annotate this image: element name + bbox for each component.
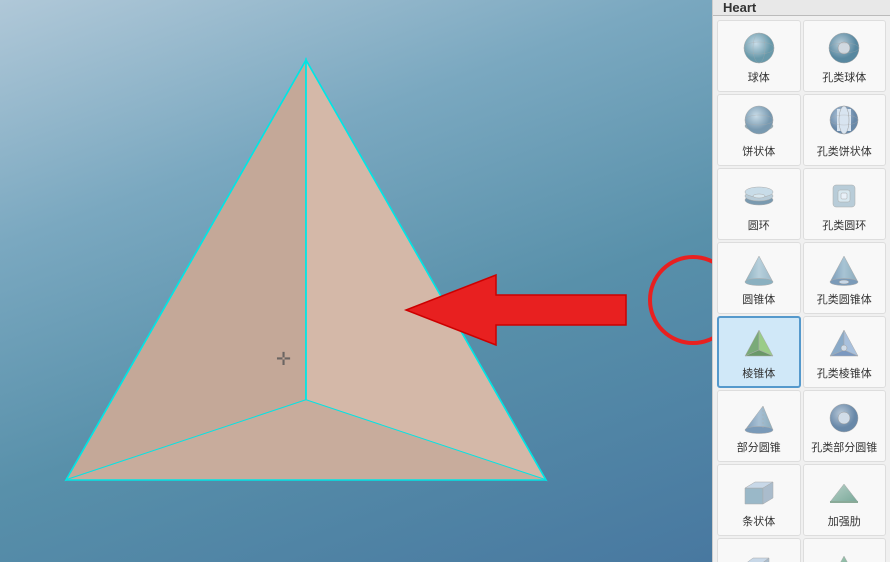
bar-icon — [739, 472, 779, 512]
right-panel: Heart 球体 — [712, 0, 890, 562]
hole-partial-cone-icon — [824, 398, 864, 438]
hole-sphere-label: 孔类球体 — [822, 71, 866, 85]
3d-viewport[interactable]: ✛ — [0, 0, 712, 562]
shape-item-hole-pyramid[interactable]: 孔类棱锥体 — [803, 316, 887, 388]
shape-item-rib2[interactable]: 加强肋 — [803, 538, 887, 562]
shapes-grid: 球体 孔类球体 — [713, 16, 890, 562]
hole-torus-icon — [824, 176, 864, 216]
torus-label: 圆环 — [748, 219, 770, 233]
sphere-label: 球体 — [748, 71, 770, 85]
rib-label: 加强肋 — [828, 515, 861, 529]
rib2-icon — [824, 546, 864, 562]
hole-cone-icon — [824, 250, 864, 290]
shape-item-hole-cone[interactable]: 孔类圆锥体 — [803, 242, 887, 314]
hole-partial-cone-label: 孔类部分圆锥 — [811, 441, 877, 455]
partial-cone-icon — [739, 398, 779, 438]
hole-sphere-icon — [824, 28, 864, 68]
hole-pyramid-icon — [824, 324, 864, 364]
shape-item-sphere[interactable]: 球体 — [717, 20, 801, 92]
shape-item-pyramid[interactable]: 棱锥体 — [717, 316, 801, 388]
bar-label: 条状体 — [742, 515, 775, 529]
svg-text:✛: ✛ — [276, 349, 291, 369]
shape-item-partial-cone[interactable]: 部分圆锥 — [717, 390, 801, 462]
sphere-icon — [739, 28, 779, 68]
shape-item-cone[interactable]: 圆锥体 — [717, 242, 801, 314]
shape-item-hole-sphere[interactable]: 孔类球体 — [803, 20, 887, 92]
panel-title-text: Heart — [723, 0, 756, 15]
partial-cone-label: 部分圆锥 — [737, 441, 781, 455]
hole-cone-label: 孔类圆锥体 — [817, 293, 872, 307]
pyramid-icon — [739, 324, 779, 364]
hole-disk-label: 孔类饼状体 — [817, 145, 872, 159]
cone-label: 圆锥体 — [742, 293, 775, 307]
torus-icon — [739, 176, 779, 216]
disk-label: 饼状体 — [742, 145, 775, 159]
cone-icon — [739, 250, 779, 290]
disk-icon — [739, 102, 779, 142]
pyramid-label: 棱锥体 — [742, 367, 775, 381]
shape-item-hole-torus[interactable]: 孔类圆环 — [803, 168, 887, 240]
shape-item-disk[interactable]: 饼状体 — [717, 94, 801, 166]
bar2-icon — [739, 546, 779, 562]
shape-item-hole-partial-cone[interactable]: 孔类部分圆锥 — [803, 390, 887, 462]
shape-item-bar2[interactable]: 条状体 — [717, 538, 801, 562]
shape-item-torus[interactable]: 圆环 — [717, 168, 801, 240]
panel-title: Heart — [713, 0, 890, 16]
shape-item-rib[interactable]: 加强肋 — [803, 464, 887, 536]
rib-icon — [824, 472, 864, 512]
shape-item-hole-disk[interactable]: 孔类饼状体 — [803, 94, 887, 166]
hole-pyramid-label: 孔类棱锥体 — [817, 367, 872, 381]
hole-torus-label: 孔类圆环 — [822, 219, 866, 233]
hole-disk-icon — [824, 102, 864, 142]
shape-item-bar[interactable]: 条状体 — [717, 464, 801, 536]
